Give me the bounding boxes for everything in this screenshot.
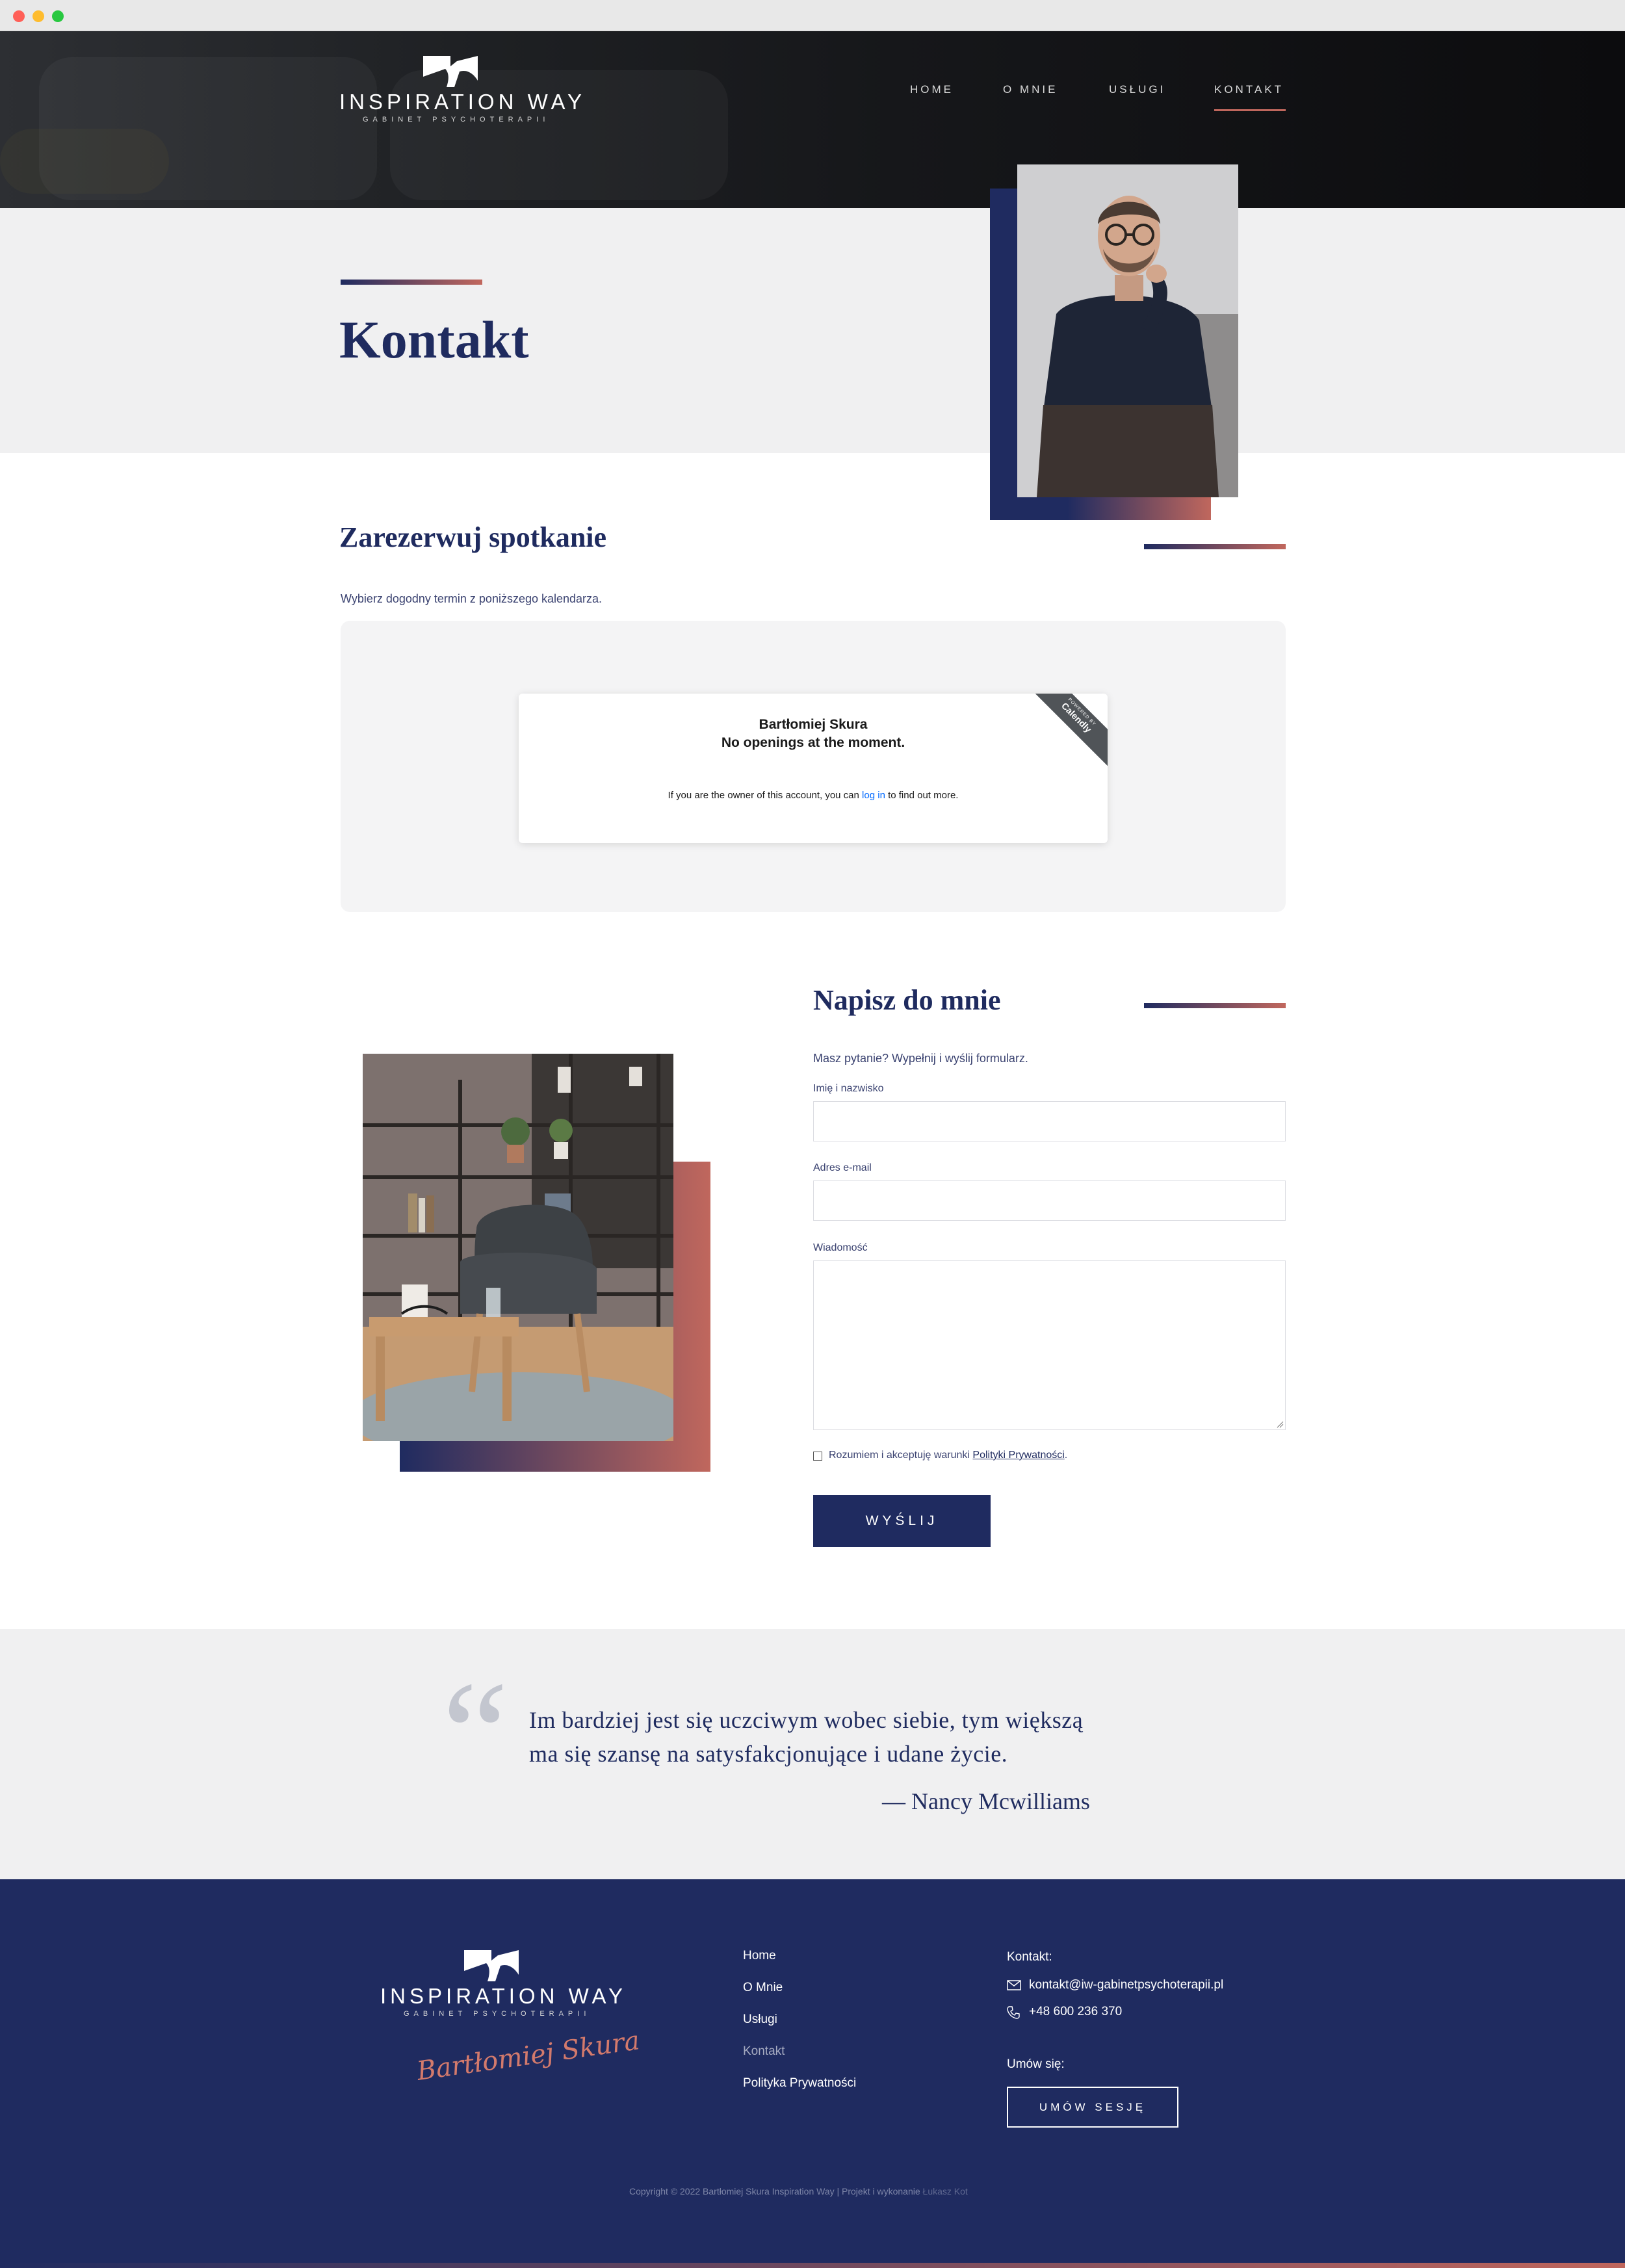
nav-o-mnie[interactable]: O MNIE: [1003, 83, 1058, 96]
footer-logo-mark-icon: [464, 1950, 519, 1981]
room-illustration: [363, 1054, 673, 1441]
footer-link-kontakt[interactable]: Kontakt: [743, 2044, 785, 2059]
logo-subtitle: GABINET PSYCHOTERAPII: [363, 116, 550, 124]
quote-author: — Nancy Mcwilliams: [882, 1788, 1090, 1814]
footer-accent-line: [0, 2263, 1625, 2268]
window-close-dot[interactable]: [13, 10, 25, 22]
contact-form-description: Masz pytanie? Wypełnij i wyślij formular…: [813, 1052, 1028, 1065]
footer-link-home[interactable]: Home: [743, 1949, 776, 1963]
calendly-message-before: If you are the owner of this account, yo…: [668, 790, 863, 801]
email-field-label: Adres e-mail: [813, 1162, 872, 1173]
nav-active-indicator: [1214, 109, 1286, 111]
envelope-icon: [1007, 1980, 1021, 1990]
browser-chrome: [0, 0, 1625, 31]
footer-link-uslugi[interactable]: Usługi: [743, 2013, 777, 2027]
portrait-illustration: [1017, 164, 1238, 497]
contact-form-heading: Napisz do mnie: [813, 984, 1001, 1016]
site-footer: [0, 1879, 1625, 2263]
booking-accent-line: [1144, 544, 1286, 549]
calendly-embed: Bartłomiej Skura No openings at the mome…: [341, 621, 1286, 912]
author-credit-link[interactable]: Łukasz Kot: [923, 2186, 968, 2196]
footer-link-o-mnie[interactable]: O Mnie: [743, 1981, 783, 1995]
consent-end: .: [1064, 1450, 1068, 1461]
send-button[interactable]: WYŚLIJ: [813, 1495, 991, 1547]
page-title: Kontakt: [339, 310, 529, 369]
title-accent-line: [341, 280, 482, 285]
privacy-consent-text: Rozumiem i akceptuję warunki Polityki Pr…: [829, 1450, 1067, 1461]
message-textarea[interactable]: [813, 1260, 1286, 1430]
nav-kontakt[interactable]: KONTAKT: [1214, 83, 1284, 96]
nav-uslugi[interactable]: USŁUGI: [1109, 83, 1165, 96]
quote-text: Im bardziej jest się uczciwym wobec sieb…: [529, 1707, 1084, 1767]
message-field-label: Wiadomość: [813, 1242, 868, 1253]
hero-background-shape: [0, 129, 169, 194]
footer-email-link[interactable]: kontakt@iw-gabinetpsychoterapii.pl: [1029, 1978, 1223, 1992]
book-session-button[interactable]: UMÓW SESJĘ: [1007, 2087, 1178, 2128]
name-field-label: Imię i nazwisko: [813, 1083, 884, 1094]
logo-mark-icon: [423, 56, 478, 87]
footer-book-heading: Umów się:: [1007, 2057, 1065, 2071]
copyright-text: Copyright © 2022 Bartłomiej Skura Inspir…: [629, 2186, 923, 2196]
quote-mark-icon: “: [442, 1650, 509, 1816]
name-input[interactable]: [813, 1101, 1286, 1141]
calendly-login-link[interactable]: log in: [862, 790, 885, 801]
site-logo[interactable]: INSPIRATION WAY GABINET PSYCHOTERAPII: [339, 55, 582, 126]
therapist-portrait: [1017, 164, 1238, 497]
resize-handle-icon[interactable]: [1276, 1420, 1284, 1428]
calendly-owner-message: If you are the owner of this account, yo…: [519, 790, 1108, 801]
consent-text: Rozumiem i akceptuję warunki: [829, 1450, 973, 1461]
hero-header: [0, 31, 1625, 208]
footer-link-privacy-policy[interactable]: Polityka Prywatności: [743, 2076, 856, 2091]
calendly-message-after: to find out more.: [885, 790, 959, 801]
footer-phone-link[interactable]: +48 600 236 370: [1029, 2005, 1122, 2019]
footer-contact-heading: Kontakt:: [1007, 1950, 1052, 1964]
nav-home[interactable]: HOME: [910, 83, 954, 96]
email-input[interactable]: [813, 1180, 1286, 1221]
footer-logo[interactable]: INSPIRATION WAY GABINET PSYCHOTERAPII: [380, 1949, 623, 2020]
office-room-photo: [363, 1054, 673, 1441]
privacy-policy-link[interactable]: Polityki Prywatności: [972, 1450, 1064, 1461]
booking-description: Wybierz dogodny termin z poniższego kale…: [341, 592, 603, 605]
footer-logo-title: INSPIRATION WAY: [380, 1984, 627, 2008]
contact-accent-line: [1144, 1003, 1286, 1008]
privacy-consent-checkbox[interactable]: [813, 1452, 822, 1461]
logo-title: INSPIRATION WAY: [339, 90, 586, 114]
booking-heading: Zarezerwuj spotkanie: [339, 521, 607, 553]
calendly-card: Bartłomiej Skura No openings at the mome…: [519, 694, 1108, 843]
copyright: Copyright © 2022 Bartłomiej Skura Inspir…: [629, 2186, 968, 2196]
window-minimize-dot[interactable]: [32, 10, 44, 22]
window-maximize-dot[interactable]: [52, 10, 64, 22]
calendly-owner-name: Bartłomiej Skura: [759, 717, 868, 732]
calendly-status: No openings at the moment.: [721, 735, 905, 750]
phone-icon: [1007, 2006, 1020, 2019]
footer-logo-subtitle: GABINET PSYCHOTERAPII: [404, 2010, 591, 2018]
page-title-band: [0, 208, 1625, 453]
